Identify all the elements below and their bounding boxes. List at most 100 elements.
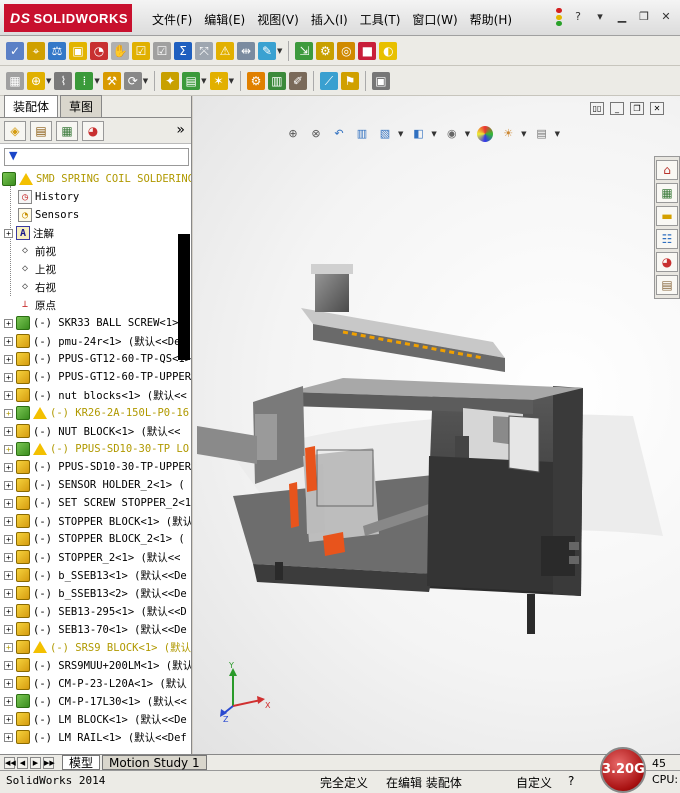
expand-icon[interactable]: + <box>4 534 13 544</box>
expand-icon[interactable]: + <box>4 318 13 328</box>
dropdown-arrow-icon[interactable]: ▼ <box>229 77 234 85</box>
tree-component[interactable]: + (-) STOPPER BLOCK<1> (默认 <box>4 512 191 530</box>
tree-item-right-plane[interactable]: ◇ 右视 <box>18 278 56 296</box>
help-question-icon[interactable]: ? <box>570 9 586 25</box>
expand-icon[interactable]: + <box>4 336 13 346</box>
align-icon[interactable]: ⇹ <box>237 41 255 60</box>
tab-motion-study[interactable]: Motion Study 1 <box>102 755 207 770</box>
rebuild-traffic-light-icon[interactable] <box>556 8 564 26</box>
tree-component[interactable]: + (-) nut blocks<1> (默认<< <box>4 386 187 404</box>
move-component-icon[interactable]: ⟳ <box>123 71 142 90</box>
next-tab-arrow-icon[interactable]: ▶ <box>30 756 41 769</box>
prev-tab-arrow-icon[interactable]: ◀ <box>17 756 28 769</box>
dropdown-arrow-icon[interactable]: ▼ <box>143 77 148 85</box>
expand-icon[interactable]: + <box>4 444 13 454</box>
explode-line-sketch-icon[interactable]: ⟋ <box>319 71 338 90</box>
speedpak-icon[interactable]: ▣ <box>371 71 390 90</box>
first-tab-arrow-icon[interactable]: ◀◀ <box>4 756 16 769</box>
tree-item-sensors[interactable]: ◔ Sensors <box>18 206 79 224</box>
dropdown-arrow-icon[interactable]: ▼ <box>94 77 99 85</box>
tree-component[interactable]: + (-) SEB13-70<1> (默认<<De <box>4 620 187 638</box>
expand-icon[interactable]: + <box>4 732 13 742</box>
expand-icon[interactable]: + <box>4 588 13 598</box>
measure-icon[interactable]: ⌖ <box>27 41 45 60</box>
bill-of-materials-icon[interactable]: ▥ <box>267 71 286 90</box>
expand-icon[interactable]: + <box>4 498 13 508</box>
tree-component[interactable]: + (-) SEB13-295<1> (默认<<D <box>4 602 187 620</box>
menu-help[interactable]: 帮助(H) <box>466 10 516 29</box>
tree-component[interactable]: + (-) STOPPER_2<1> (默认<< <box>4 548 180 566</box>
menu-edit[interactable]: 编辑(E) <box>200 10 249 29</box>
geometry-analysis-icon[interactable]: ⚠ <box>216 41 234 60</box>
statistics-icon[interactable]: ☑ <box>132 41 150 60</box>
expand-icon[interactable]: + <box>4 480 13 490</box>
tree-component[interactable]: + (-) CM-P-23-L20A<1> (默认 <box>4 674 187 692</box>
expand-icon[interactable]: + <box>4 372 13 382</box>
home-icon[interactable]: ⌂ <box>656 160 678 180</box>
view-palette-icon[interactable]: ☷ <box>656 229 678 249</box>
tree-component[interactable]: + (-) CM-P-17L30<1> (默认<< <box>4 692 187 710</box>
file-explorer-icon[interactable]: ▬ <box>656 206 678 226</box>
close-icon[interactable]: ✕ <box>658 9 674 25</box>
expand-icon[interactable]: + <box>4 570 13 580</box>
linear-pattern-icon[interactable]: ⁞ <box>75 71 94 90</box>
tree-component[interactable]: + (-) KR26-2A-150L-P0-16 <box>4 404 189 422</box>
mass-properties-icon[interactable]: ⚖ <box>48 41 66 60</box>
reference-geometry-icon[interactable]: ✶ <box>209 71 228 90</box>
tree-item-origin[interactable]: ⊥ 原点 <box>18 296 56 314</box>
feature-stats-icon[interactable]: ⚙ <box>316 41 335 60</box>
solidworks-logo[interactable]: DS SOLIDWORKS <box>4 4 132 32</box>
tree-item-top-plane[interactable]: ◇ 上视 <box>18 260 56 278</box>
status-help[interactable]: ? <box>568 774 574 788</box>
graphics-area[interactable]: ▯▯ _ ❐ ✕ ⊕ ⊗ ↶ ▥ ▧ ▼ ◧ ▼ ◉ ▼ ☀ ▼ ▤ ▼ ⌂ ▦… <box>193 96 680 754</box>
custom-properties-icon[interactable]: ▤ <box>656 275 678 295</box>
dropdown-arrow-icon[interactable]: ▼ <box>46 77 51 85</box>
import-diagnostics-icon[interactable]: ⇲ <box>295 41 314 60</box>
expand-icon[interactable]: + <box>4 228 13 238</box>
last-tab-arrow-icon[interactable]: ▶▶ <box>43 756 55 769</box>
render-icon[interactable]: ◐ <box>379 41 398 60</box>
expand-icon[interactable]: + <box>4 624 13 634</box>
expand-icon[interactable]: + <box>4 678 13 688</box>
expand-icon[interactable]: + <box>4 696 13 706</box>
tree-component[interactable]: + (-) NUT BLOCK<1> (默认<< <box>4 422 180 440</box>
display-manager-icon[interactable]: ◕ <box>82 120 104 141</box>
menu-insert[interactable]: 插入(I) <box>307 10 352 29</box>
expand-icon[interactable]: + <box>4 516 13 526</box>
tree-component[interactable]: + (-) SKR33 BALL SCREW<1> <box>4 314 178 332</box>
interference-icon[interactable]: ⤧ <box>195 41 213 60</box>
menu-window[interactable]: 窗口(W) <box>408 10 461 29</box>
tree-component[interactable]: + (-) b_SSEB13<2> (默认<<De <box>4 584 187 602</box>
tab-sketch[interactable]: 草图 <box>60 95 103 117</box>
tree-component[interactable]: + (-) PPUS-SD10-30-TP-UPPER <box>4 458 191 476</box>
equations-sigma-icon[interactable]: Σ <box>174 41 192 60</box>
smart-fasteners-icon[interactable]: ⚒ <box>102 71 121 90</box>
minimize-icon[interactable]: ▁ <box>614 9 630 25</box>
design-library-icon[interactable]: ▦ <box>656 183 678 203</box>
tree-component[interactable]: + (-) STOPPER BLOCK_2<1> ( <box>4 530 185 548</box>
thickness-icon[interactable]: ✎ <box>258 41 276 60</box>
expand-icon[interactable]: + <box>4 552 13 562</box>
tab-model[interactable]: 模型 <box>62 755 101 770</box>
feature-manager-icon[interactable]: ◈ <box>4 120 26 141</box>
performance-gauge[interactable]: 3.20G <box>600 747 646 793</box>
tab-assembly[interactable]: 装配体 <box>4 95 59 117</box>
insert-component-icon[interactable]: ⊕ <box>27 71 45 90</box>
tree-item-annotations[interactable]: + A 注解 <box>4 224 54 242</box>
tree-component[interactable]: + (-) pmu-24r<1> (默认<<Def <box>4 332 187 350</box>
expand-icon[interactable]: + <box>4 354 13 364</box>
tree-component[interactable]: + (-) SET SCREW STOPPER_2<1 <box>4 494 191 512</box>
menu-tools[interactable]: 工具(T) <box>356 10 405 29</box>
tree-component[interactable]: + (-) SRS9 BLOCK<1> (默认 <box>4 638 191 656</box>
tree-component[interactable]: +(-) LM BLOCK<2> (默认<<De <box>4 746 187 748</box>
show-hidden-icon[interactable]: ✦ <box>161 71 180 90</box>
instant3d-icon[interactable]: ⚑ <box>340 71 359 90</box>
dropdown-arrow-icon[interactable]: ▼ <box>277 47 282 55</box>
compare-icon[interactable]: ■ <box>358 41 377 60</box>
tree-component[interactable]: + (-) PPUS-SD10-30-TP LO <box>4 440 189 458</box>
filter-icon[interactable]: ▼ <box>9 149 17 162</box>
appearances-icon[interactable]: ◕ <box>656 252 678 272</box>
menu-file[interactable]: 文件(F) <box>148 10 196 29</box>
more-chevron-icon[interactable]: » <box>176 122 185 138</box>
tree-component[interactable]: + (-) PPUS-GT12-60-TP-UPPER <box>4 368 191 386</box>
